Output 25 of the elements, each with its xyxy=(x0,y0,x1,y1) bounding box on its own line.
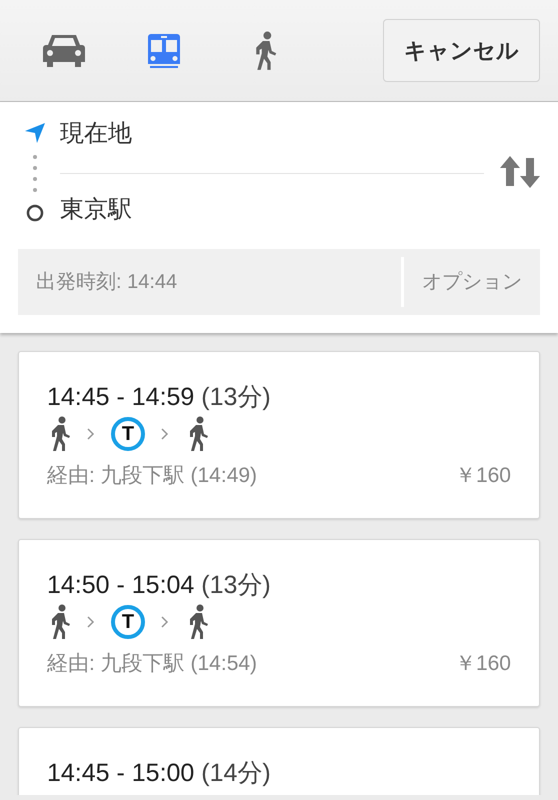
metro-icon: T xyxy=(111,416,145,451)
route-card[interactable]: 14:45 - 14:59 (13分) T 経由: 九段下駅 (14:49) ￥160 xyxy=(18,350,540,519)
location-arrow-icon xyxy=(24,122,46,144)
dotted-line xyxy=(32,154,38,194)
swap-button[interactable] xyxy=(500,156,540,188)
route-time: 14:45 - 14:59 (13分) xyxy=(47,382,272,412)
route-time: 14:50 - 15:04 (13分) xyxy=(47,570,272,600)
metro-icon: T xyxy=(111,604,145,639)
car-icon xyxy=(43,32,85,68)
chevron-icon xyxy=(161,428,169,440)
via-station: 経由: 九段下駅 (14:49) xyxy=(47,462,258,489)
chevron-icon xyxy=(161,616,169,628)
via-station: 経由: 九段下駅 (14:54) xyxy=(47,650,258,677)
fare: ￥160 xyxy=(454,650,511,677)
route-time: 14:45 - 15:00 (14分) xyxy=(47,758,272,788)
route-card[interactable]: 14:45 - 15:00 (14分) xyxy=(18,726,540,795)
fare: ￥160 xyxy=(454,462,511,489)
cancel-button[interactable]: キャンセル xyxy=(383,19,540,82)
origin-field[interactable]: 現在地 xyxy=(60,120,132,149)
destination-field[interactable]: 東京駅 xyxy=(60,196,132,225)
chevron-icon xyxy=(87,428,95,440)
train-icon xyxy=(147,32,181,70)
chevron-icon xyxy=(87,616,95,628)
route-card[interactable]: 14:50 - 15:04 (13分) T 経由: 九段下駅 (14:54) ￥160 xyxy=(18,538,540,707)
destination-circle-icon xyxy=(26,204,44,222)
